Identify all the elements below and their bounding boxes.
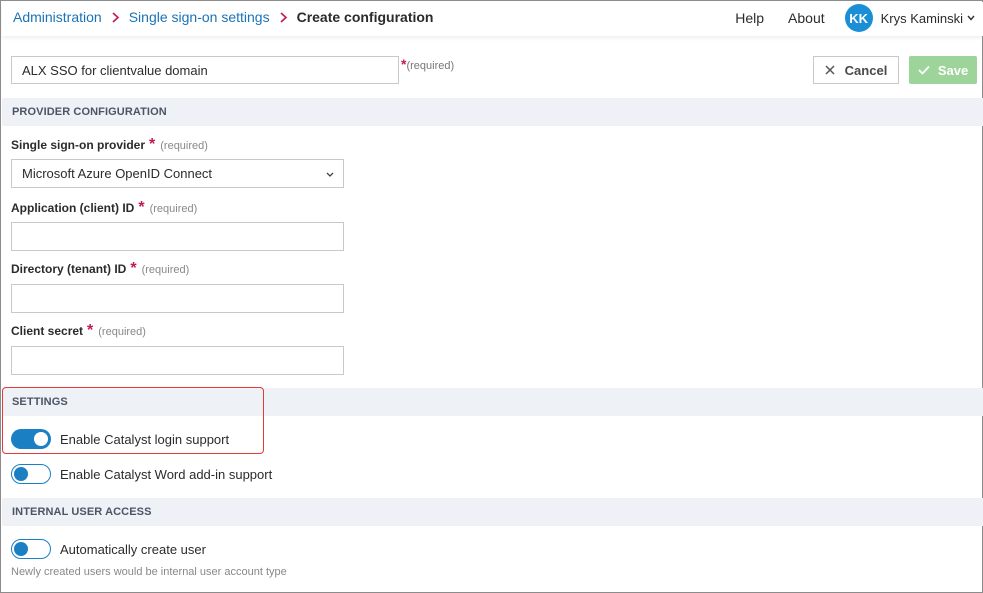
chevron-right-icon: [111, 11, 120, 23]
close-icon: [825, 65, 835, 75]
chevron-down-icon: [967, 15, 975, 21]
auto-create-toggle[interactable]: [11, 539, 51, 559]
provider-label: Single sign-on provider * (required): [11, 136, 208, 153]
section-header-settings: SETTINGS: [2, 388, 983, 416]
client-secret-label: Client secret * (required): [11, 322, 146, 339]
breadcrumb-sso-settings[interactable]: Single sign-on settings: [129, 9, 270, 25]
tenant-id-input[interactable]: [11, 284, 344, 313]
breadcrumb: Administration Single sign-on settings C…: [13, 9, 433, 25]
chevron-right-icon: [279, 11, 288, 23]
client-secret-input[interactable]: [11, 346, 344, 375]
user-menu[interactable]: Krys Kaminski: [881, 11, 975, 26]
page-title: Create configuration: [296, 9, 434, 25]
required-indicator: *(required): [401, 56, 455, 72]
login-support-toggle[interactable]: [11, 429, 51, 449]
app-window: Administration Single sign-on settings C…: [0, 0, 983, 593]
help-link[interactable]: Help: [735, 10, 764, 26]
login-support-label: Enable Catalyst login support: [60, 431, 230, 447]
provider-select[interactable]: Microsoft Azure OpenID Connect: [11, 159, 344, 188]
login-support-row: Enable Catalyst login support: [11, 429, 229, 449]
top-bar: Administration Single sign-on settings C…: [2, 2, 983, 36]
user-name-label: Krys Kaminski: [880, 10, 963, 26]
cancel-button-label: Cancel: [844, 62, 888, 78]
cancel-button[interactable]: Cancel: [813, 56, 899, 84]
chevron-down-icon: [326, 172, 334, 177]
about-link[interactable]: About: [788, 10, 825, 26]
check-icon: [918, 65, 930, 75]
word-addin-row: Enable Catalyst Word add-in support: [11, 464, 272, 484]
provider-select-value: Microsoft Azure OpenID Connect: [22, 166, 213, 181]
save-button-label: Save: [937, 62, 969, 78]
section-header-internal-access: INTERNAL USER ACCESS: [2, 498, 983, 526]
word-addin-toggle[interactable]: [11, 464, 51, 484]
auto-create-label: Automatically create user: [60, 541, 206, 557]
avatar[interactable]: KK: [844, 4, 873, 32]
client-id-input[interactable]: [11, 222, 344, 251]
client-id-label: Application (client) ID * (required): [11, 199, 198, 216]
word-addin-label: Enable Catalyst Word add-in support: [60, 466, 273, 482]
auto-create-row: Automatically create user: [11, 539, 206, 559]
configuration-name-input[interactable]: [11, 56, 399, 84]
top-nav: Help About KK Krys Kaminski: [735, 3, 975, 33]
tenant-id-label: Directory (tenant) ID * (required): [11, 260, 190, 277]
section-header-provider: PROVIDER CONFIGURATION: [2, 98, 983, 126]
save-button[interactable]: Save: [909, 56, 977, 84]
auto-create-helper-text: Newly created users would be internal us…: [11, 566, 287, 578]
breadcrumb-administration[interactable]: Administration: [13, 9, 102, 25]
